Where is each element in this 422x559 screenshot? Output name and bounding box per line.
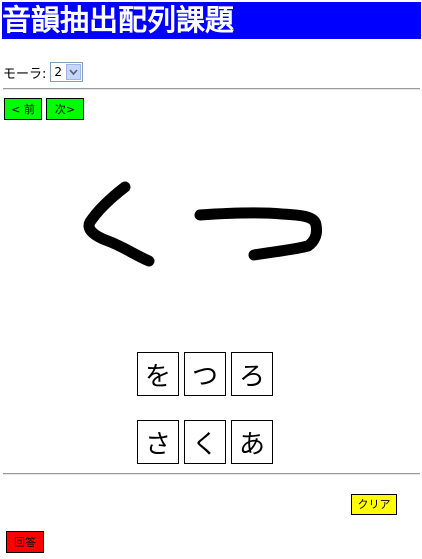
- divider-top: [3, 88, 420, 90]
- kana-tile-ku[interactable]: く: [184, 420, 226, 464]
- kana-tile-tsu[interactable]: つ: [184, 352, 226, 396]
- kana-tile-a[interactable]: あ: [231, 420, 273, 464]
- handwriting-drawing: [83, 181, 322, 267]
- next-button[interactable]: 次>: [46, 98, 84, 120]
- divider-bottom: [3, 473, 420, 475]
- handwriting-stimulus: [60, 170, 350, 280]
- mora-label: モーラ:: [3, 66, 47, 82]
- answer-button[interactable]: 回答: [6, 531, 44, 553]
- chevron-down-icon[interactable]: [66, 64, 82, 80]
- kana-tile-wo[interactable]: を: [137, 352, 179, 396]
- prev-button[interactable]: < 前: [4, 98, 42, 120]
- clear-button[interactable]: クリア: [351, 494, 397, 515]
- mora-control: モーラ: 2: [3, 61, 84, 83]
- mora-select[interactable]: 2: [50, 62, 84, 82]
- page-title: 音韻抽出配列課題: [2, 2, 421, 39]
- mora-selected-value: 2: [54, 65, 63, 79]
- kana-tile-ro[interactable]: ろ: [231, 352, 273, 396]
- kana-tile-sa[interactable]: さ: [137, 420, 179, 464]
